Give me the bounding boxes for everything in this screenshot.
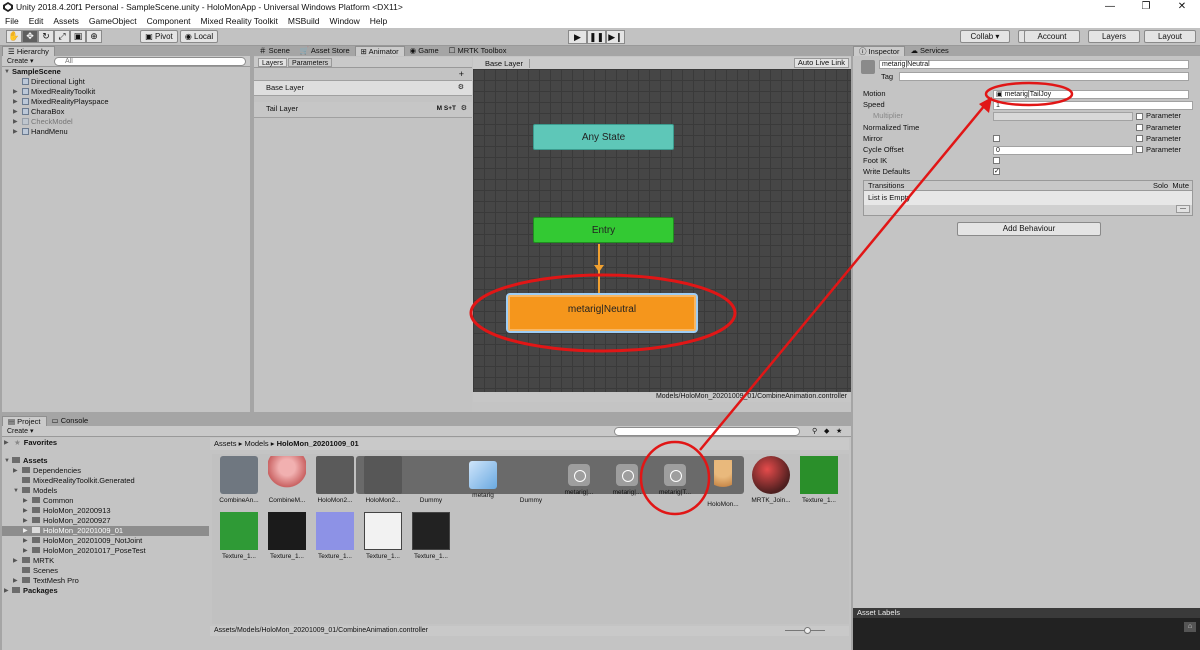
annotation-circle-clip: [639, 440, 711, 516]
annotation-ellipse-motion: [984, 81, 1074, 107]
annotation-arrow-line: [699, 104, 986, 451]
annotation-ellipse-neutral: [469, 273, 737, 353]
annotation-overlay: [469, 81, 1074, 516]
